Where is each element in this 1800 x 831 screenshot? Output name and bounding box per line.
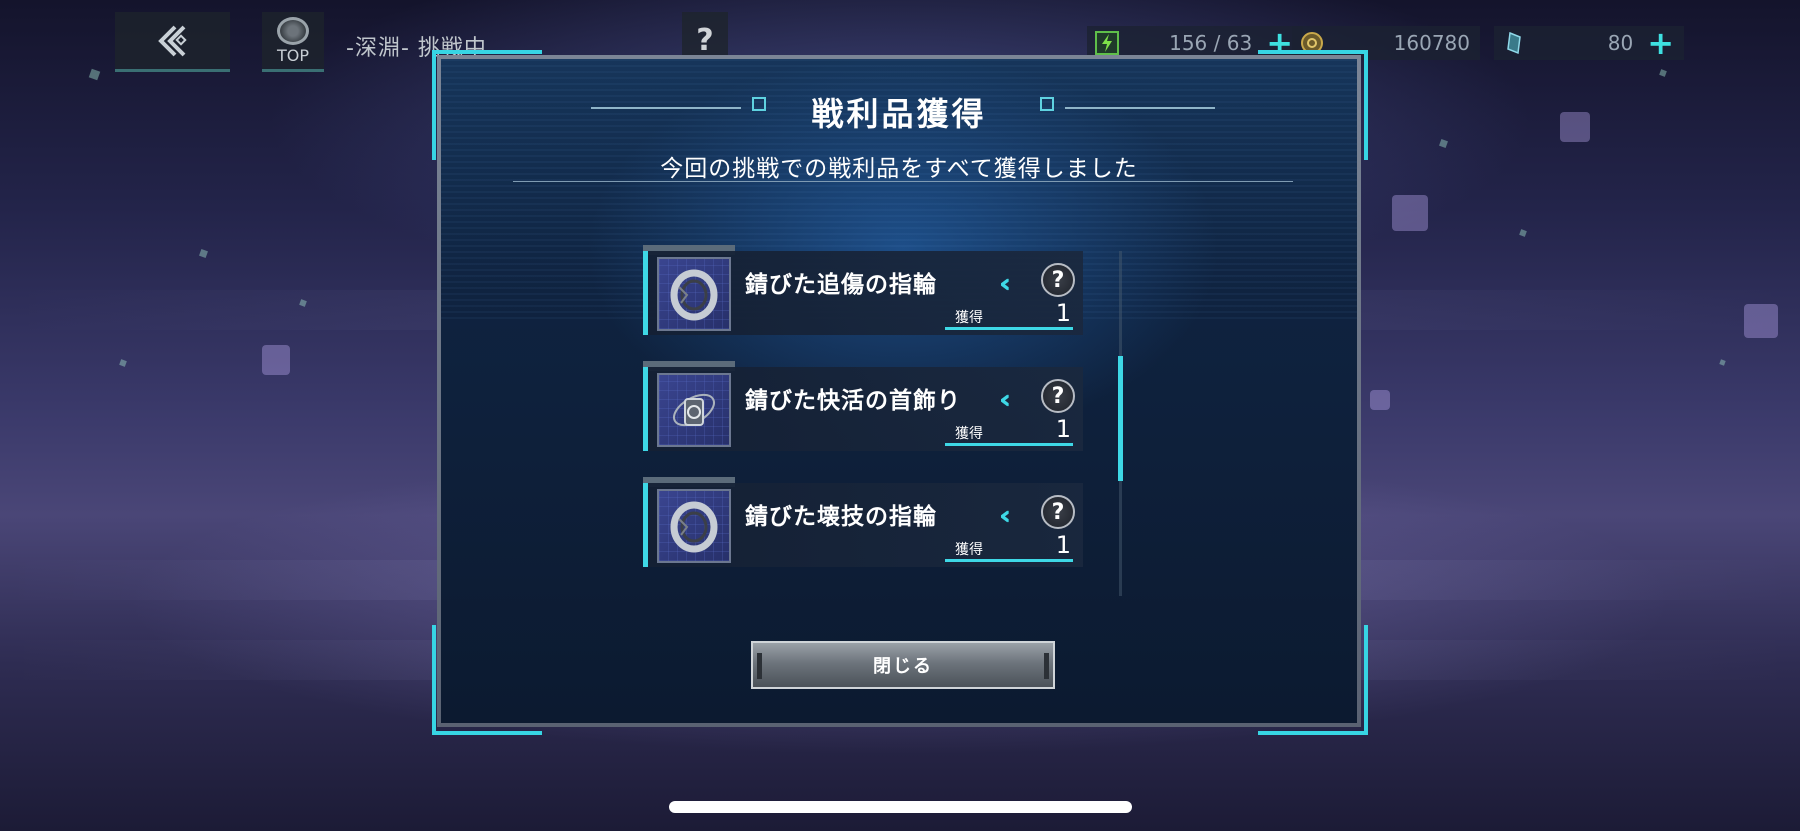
double-chevron-left-icon [157, 25, 187, 56]
add-gem-button[interactable]: + [1647, 27, 1674, 59]
lightning-icon [1095, 31, 1119, 55]
list-item[interactable]: 錆びた快活の首飾り ‹‹‹ ? 獲得 1 [643, 361, 1083, 451]
gold-value: 160780 [1393, 31, 1470, 55]
subtitle-divider [513, 181, 1293, 182]
question-icon: ? [1051, 383, 1065, 409]
necklace-icon [657, 373, 731, 447]
item-help-button[interactable]: ? [1041, 263, 1075, 297]
crystal-icon [1507, 31, 1521, 55]
ring-icon [657, 489, 731, 563]
top-button[interactable]: TOP [262, 12, 324, 72]
close-button[interactable]: 閉じる [751, 641, 1055, 689]
glow-cube [1370, 390, 1390, 410]
particle [1439, 139, 1448, 148]
quantity-value: 1 [1055, 299, 1071, 327]
ring-icon [657, 257, 731, 331]
quantity-underline [945, 443, 1073, 446]
question-icon: ? [1051, 499, 1065, 525]
title-rule-right [1065, 107, 1215, 109]
quantity-label: 獲得 [955, 426, 983, 442]
quantity-underline [945, 327, 1073, 330]
particle [119, 359, 127, 367]
particle [1659, 69, 1667, 77]
loot-dialog: 戦利品獲得 今回の挑戦での戦利品をすべて獲得しました 錆びた追傷の指輪 ‹‹‹ [437, 55, 1361, 727]
chevron-left-icon: ‹‹‹ [999, 385, 1012, 415]
loot-list[interactable]: 錆びた追傷の指輪 ‹‹‹ ? 獲得 1 錆びた快活の首飾り ‹‹‹ ? 獲得 1… [643, 245, 1083, 591]
glow-cube [262, 345, 290, 375]
question-icon: ? [1051, 267, 1065, 293]
particle [1719, 359, 1726, 366]
question-icon: ? [696, 23, 714, 58]
item-help-button[interactable]: ? [1041, 379, 1075, 413]
chevron-left-icon: ‹‹‹ [999, 501, 1012, 531]
quantity-value: 1 [1055, 531, 1071, 559]
loot-dialog-body: 戦利品獲得 今回の挑戦での戦利品をすべて獲得しました 錆びた追傷の指輪 ‹‹‹ [441, 59, 1357, 723]
list-item[interactable]: 錆びた壊技の指輪 ‹‹‹ ? 獲得 1 [643, 477, 1083, 567]
close-button-label: 閉じる [873, 656, 933, 677]
gem-counter: 80 + [1494, 26, 1684, 60]
stamina-value: 156 / 63 [1169, 31, 1253, 55]
scrollbar-thumb[interactable] [1118, 356, 1123, 481]
home-indicator[interactable] [669, 801, 1132, 813]
gem-value: 80 [1607, 31, 1634, 55]
back-button[interactable] [115, 12, 230, 72]
quantity-underline [945, 559, 1073, 562]
item-help-button[interactable]: ? [1041, 495, 1075, 529]
chevron-left-icon: ‹‹‹ [999, 269, 1012, 299]
item-name: 錆びた快活の首飾り [745, 388, 961, 414]
glow-cube [1392, 195, 1428, 231]
particle [1519, 229, 1527, 237]
quantity-label: 獲得 [955, 310, 983, 326]
dialog-subtitle: 今回の挑戦での戦利品をすべて獲得しました [660, 156, 1138, 182]
quantity-value: 1 [1055, 415, 1071, 443]
item-name: 錆びた追傷の指輪 [745, 272, 937, 298]
glow-cube [1560, 112, 1590, 142]
top-emblem-icon [277, 16, 309, 45]
top-button-label: TOP [276, 45, 309, 65]
list-item[interactable]: 錆びた追傷の指輪 ‹‹‹ ? 獲得 1 [643, 245, 1083, 335]
dialog-title: 戦利品獲得 [811, 95, 987, 133]
particle [199, 249, 208, 258]
glow-cube [1744, 304, 1778, 338]
quantity-label: 獲得 [955, 542, 983, 558]
title-ornament-right [1040, 97, 1054, 111]
particle [88, 68, 101, 81]
item-name: 錆びた壊技の指輪 [745, 504, 937, 530]
